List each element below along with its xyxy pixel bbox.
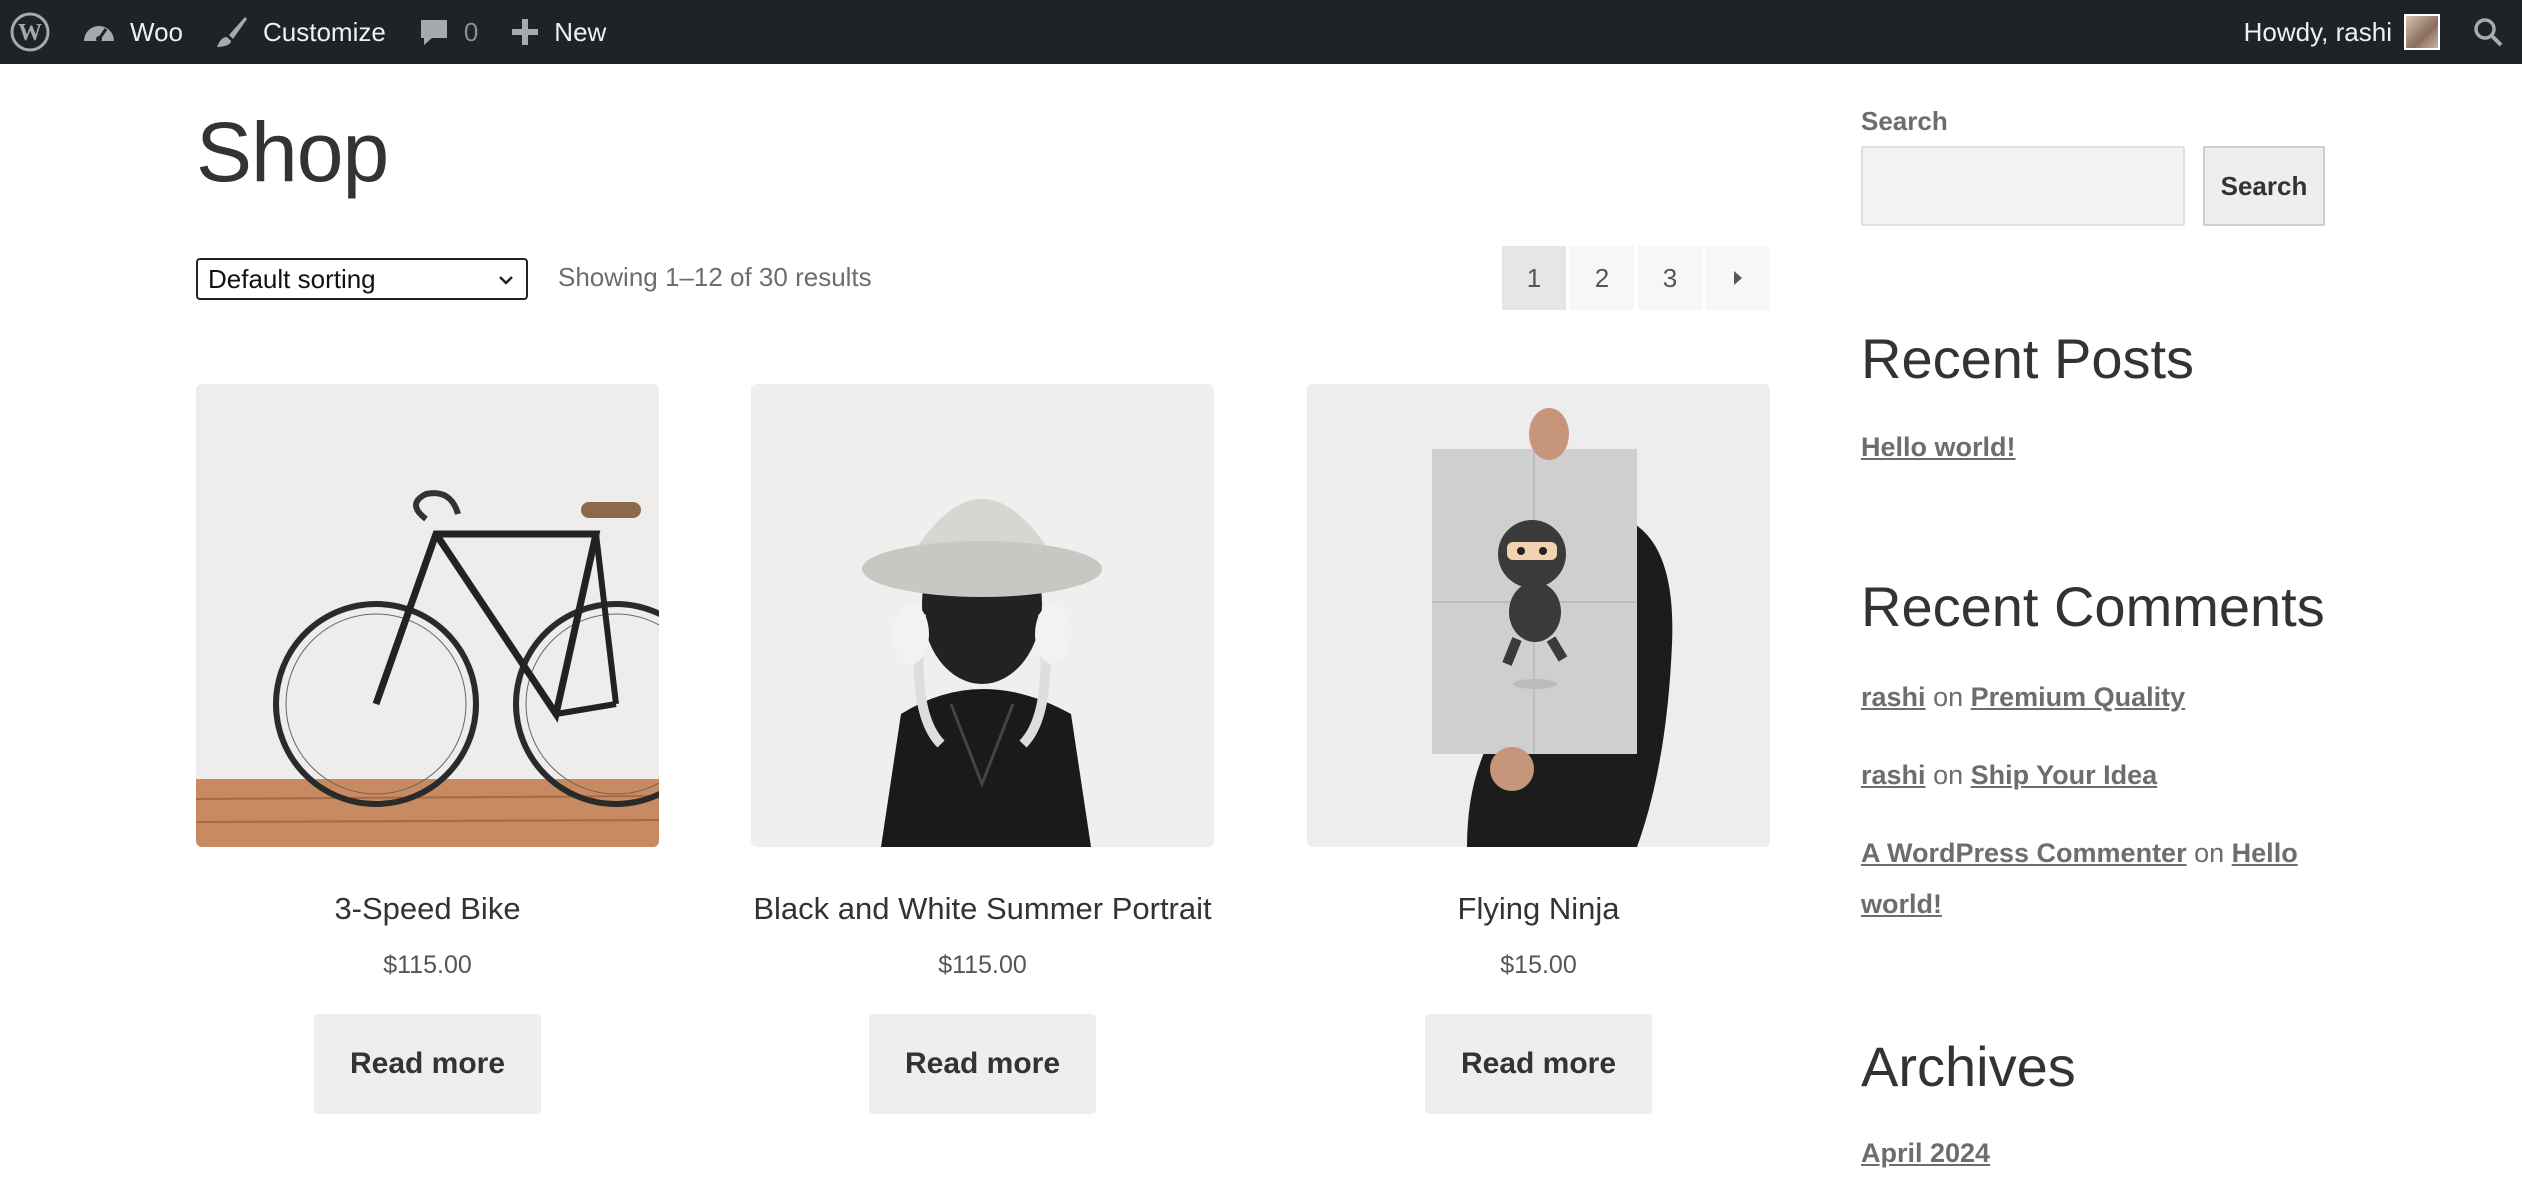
search-icon (2474, 18, 2503, 47)
customize-link[interactable]: Customize (199, 0, 402, 64)
avatar (2404, 14, 2440, 50)
recent-comments-heading: Recent Comments (1861, 575, 2325, 638)
comment-post-link[interactable]: Premium Quality (1971, 682, 2186, 712)
product-image-portrait[interactable] (751, 384, 1214, 847)
shop-toolbar: Default sorting Showing 1–12 of 30 resul… (196, 246, 1770, 310)
comment-post-link[interactable]: Ship Your Idea (1971, 760, 2158, 790)
comments-count: 0 (463, 16, 479, 47)
customize-label: Customize (263, 16, 386, 47)
page-title: Shop (196, 105, 389, 199)
plus-icon (512, 19, 539, 45)
next-page-link[interactable] (1706, 246, 1770, 310)
product-title[interactable]: Black and White Summer Portrait (751, 891, 1214, 927)
product-price: $15.00 (1500, 951, 1577, 979)
result-count: Showing 1–12 of 30 results (558, 262, 872, 292)
recent-comment-item: rashi on Ship Your Idea (1861, 760, 2157, 791)
recent-posts-heading: Recent Posts (1861, 327, 2195, 390)
product-image-bicycle[interactable] (196, 384, 659, 847)
product-price: $115.00 (383, 951, 472, 979)
archive-link[interactable]: April 2024 (1861, 1138, 1990, 1169)
search-button[interactable]: Search (2203, 146, 2325, 226)
site-name-link[interactable]: Woo (66, 0, 199, 64)
product-title[interactable]: Flying Ninja (1307, 891, 1770, 927)
product-card: Black and White Summer Portrait $115.00 … (751, 384, 1214, 1114)
recent-post-link[interactable]: Hello world! (1861, 432, 2016, 463)
search-label: Search (1861, 106, 1948, 136)
svg-text:W: W (18, 20, 42, 46)
admin-search-button[interactable] (2456, 0, 2522, 64)
recent-comment-item-continued: world! (1861, 889, 1942, 920)
comment-author-link[interactable]: rashi (1861, 760, 1926, 790)
my-account-menu[interactable]: Howdy, rashi (2228, 0, 2456, 64)
archives-heading: Archives (1861, 1035, 2076, 1098)
admin-bar: W Woo Customize 0 New Howdy, rashi (0, 0, 2522, 64)
pagination: 1 2 3 (1498, 246, 1770, 310)
product-card: 3-Speed Bike $115.00 Read more (196, 384, 659, 1114)
comment-post-link[interactable]: world! (1861, 889, 1942, 919)
comments-link[interactable]: 0 (402, 0, 494, 64)
sorting-select-value: Default sorting (208, 263, 376, 294)
caret-right-icon (1734, 271, 1742, 285)
comment-bubble-icon (420, 20, 447, 45)
search-input[interactable] (1861, 146, 2185, 226)
product-title[interactable]: 3-Speed Bike (196, 891, 659, 927)
comment-author-link[interactable]: A WordPress Commenter (1861, 838, 2187, 868)
page-3-link[interactable]: 3 (1638, 246, 1702, 310)
product-image-ninja-poster[interactable] (1307, 384, 1770, 847)
paintbrush-icon (217, 17, 247, 47)
product-card: Flying Ninja $15.00 Read more (1307, 384, 1770, 1114)
comment-on-text: on (1933, 682, 1964, 712)
chevron-down-icon (499, 276, 513, 285)
comment-post-link[interactable]: Hello (2232, 838, 2298, 868)
page-2-link[interactable]: 2 (1570, 246, 1634, 310)
recent-comment-item: rashi on Premium Quality (1861, 682, 2185, 713)
wordpress-logo-icon: W (10, 12, 50, 52)
site-name-label: Woo (130, 16, 183, 47)
read-more-button[interactable]: Read more (869, 1014, 1096, 1114)
recent-comment-item: A WordPress Commenter on Hello (1861, 838, 2298, 869)
comment-on-text: on (2194, 838, 2225, 868)
wordpress-logo-button[interactable]: W (0, 0, 66, 64)
sorting-select[interactable]: Default sorting (196, 258, 528, 300)
page-1: 1 (1502, 246, 1566, 310)
new-label: New (554, 16, 607, 47)
product-price: $115.00 (938, 951, 1027, 979)
comment-author-link[interactable]: rashi (1861, 682, 1926, 712)
dashboard-gauge-icon (84, 26, 114, 42)
comment-on-text: on (1933, 760, 1964, 790)
read-more-button[interactable]: Read more (1425, 1014, 1652, 1114)
read-more-button[interactable]: Read more (314, 1014, 541, 1114)
new-content-link[interactable]: New (494, 0, 622, 64)
howdy-text: Howdy, rashi (2243, 16, 2392, 47)
